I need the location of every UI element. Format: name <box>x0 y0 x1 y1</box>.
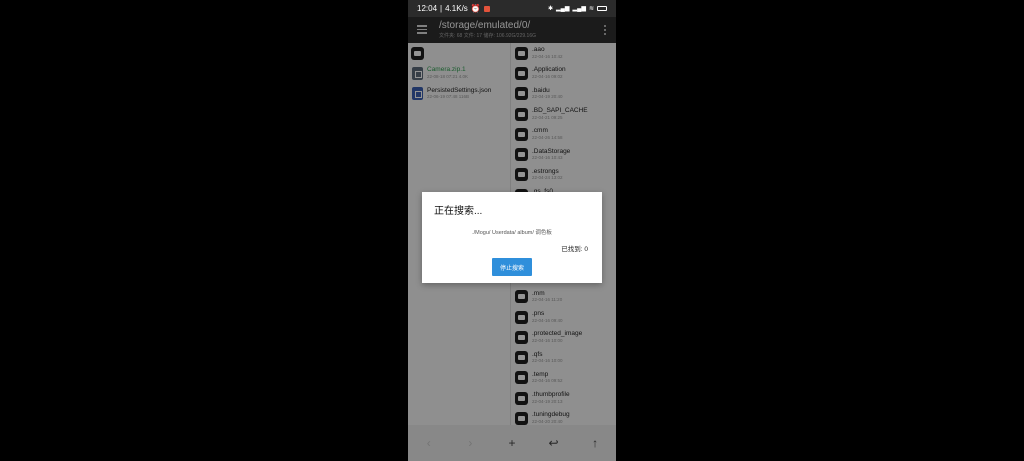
alarm-icon: ⏰ <box>470 4 481 13</box>
bluetooth-icon: ✱ <box>547 6 553 12</box>
battery-icon <box>597 6 607 11</box>
signal-icon: ▂▄▆ <box>572 6 586 12</box>
search-current-path: ./Mogu/ Userdata/ album/ 调色板 <box>472 230 552 236</box>
status-bar: 12:04 | 4.1K/s ⏰ ✱ ▂▄▆ ▂▄▆ ≋ <box>408 0 616 17</box>
network-speed: 4.1K/s <box>445 4 468 13</box>
search-progress-dialog: 正在搜索... ./Mogu/ Userdata/ album/ 调色板 已找到… <box>422 192 602 283</box>
found-count: 已找到: 0 <box>561 246 588 253</box>
status-time: 12:04 <box>417 4 438 13</box>
stop-search-button[interactable]: 停止搜索 <box>492 258 532 276</box>
phone-screen: 12:04 | 4.1K/s ⏰ ✱ ▂▄▆ ▂▄▆ ≋ /storage/em… <box>408 0 616 461</box>
dialog-title: 正在搜索... <box>434 206 483 217</box>
app-notification-icon <box>483 5 490 12</box>
wifi-icon: ≋ <box>588 6 594 12</box>
signal-icon: ▂▄▆ <box>556 6 570 12</box>
